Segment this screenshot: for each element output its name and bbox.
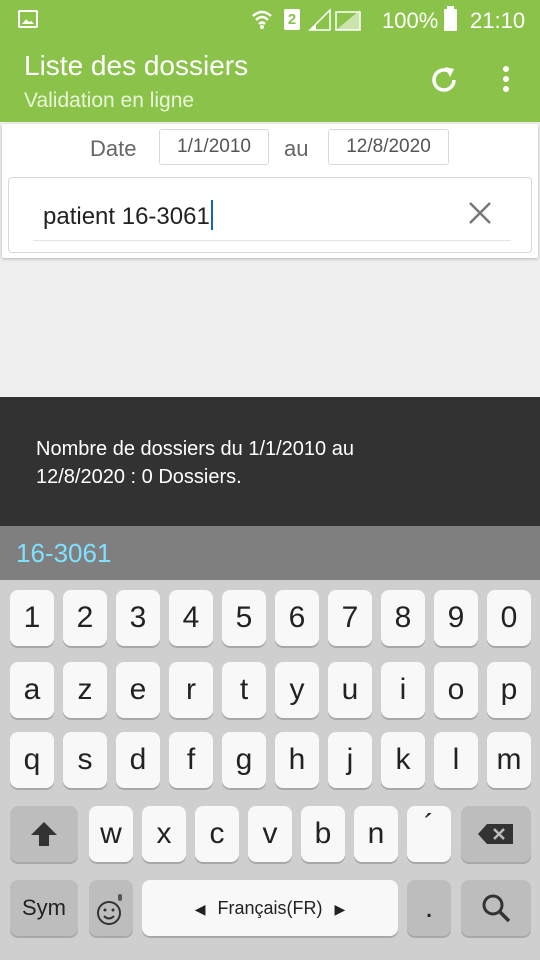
key-acute-accent[interactable]: ´ bbox=[407, 806, 451, 862]
date-to-field[interactable]: 12/8/2020 bbox=[328, 129, 449, 165]
key-5[interactable]: 5 bbox=[222, 590, 266, 646]
key-c[interactable]: c bbox=[195, 806, 239, 862]
key-1[interactable]: 1 bbox=[10, 590, 54, 646]
key-d[interactable]: d bbox=[116, 732, 160, 788]
toast: Nombre de dossiers du 1/1/2010 au 12/8/2… bbox=[0, 397, 540, 526]
shift-key[interactable] bbox=[10, 806, 78, 862]
key-u[interactable]: u bbox=[328, 662, 372, 718]
page-subtitle: Validation en ligne bbox=[24, 89, 195, 112]
backspace-icon bbox=[478, 824, 513, 844]
period-label: . bbox=[424, 891, 434, 924]
date-separator-label: au bbox=[284, 136, 309, 161]
clear-icon[interactable] bbox=[467, 200, 493, 226]
date-label: Date bbox=[90, 136, 137, 161]
text-cursor bbox=[210, 200, 213, 230]
arrow-left-icon: ◀ bbox=[194, 901, 206, 917]
arrow-right-icon: ▶ bbox=[334, 901, 346, 917]
battery-icon bbox=[444, 6, 457, 31]
key-n[interactable]: n bbox=[354, 806, 398, 862]
key-p[interactable]: p bbox=[487, 662, 531, 718]
emoji-icon bbox=[97, 894, 122, 925]
more-icon[interactable] bbox=[496, 62, 516, 98]
key-7[interactable]: 7 bbox=[328, 590, 372, 646]
app-bar: Liste des dossiers Validation en ligne bbox=[0, 40, 540, 122]
period-key[interactable]: . bbox=[407, 880, 451, 936]
shift-icon bbox=[31, 822, 57, 846]
signal-icon bbox=[335, 10, 361, 31]
date-from-field[interactable]: 1/1/2010 bbox=[159, 129, 269, 165]
refresh-icon[interactable] bbox=[428, 64, 460, 96]
sim-icon: 2 bbox=[284, 9, 300, 30]
key-j[interactable]: j bbox=[328, 732, 372, 788]
filter-card: Date 1/1/2010 au 12/8/2020 patient 16-30… bbox=[2, 124, 538, 258]
key-m[interactable]: m bbox=[487, 732, 531, 788]
key-8[interactable]: 8 bbox=[381, 590, 425, 646]
key-a[interactable]: a bbox=[10, 662, 54, 718]
search-input-value: patient 16-3061 bbox=[43, 203, 210, 230]
key-v[interactable]: v bbox=[248, 806, 292, 862]
sym-key[interactable]: Sym bbox=[10, 880, 78, 936]
search-input[interactable]: patient 16-3061 bbox=[43, 200, 213, 231]
key-4[interactable]: 4 bbox=[169, 590, 213, 646]
key-s[interactable]: s bbox=[63, 732, 107, 788]
toast-message: Nombre de dossiers du 1/1/2010 au 12/8/2… bbox=[36, 438, 354, 488]
clock: 21:10 bbox=[470, 8, 526, 33]
key-o[interactable]: o bbox=[434, 662, 478, 718]
search-underline bbox=[33, 240, 511, 241]
key-h[interactable]: h bbox=[275, 732, 319, 788]
key-f[interactable]: f bbox=[169, 732, 213, 788]
key-k[interactable]: k bbox=[381, 732, 425, 788]
language-label: Français(FR) bbox=[217, 898, 323, 918]
key-y[interactable]: y bbox=[275, 662, 319, 718]
key-z[interactable]: z bbox=[63, 662, 107, 718]
key-9[interactable]: 9 bbox=[434, 590, 478, 646]
key-e[interactable]: e bbox=[116, 662, 160, 718]
page-title: Liste des dossiers bbox=[24, 50, 249, 81]
search-key[interactable] bbox=[461, 880, 531, 936]
key-6[interactable]: 6 bbox=[275, 590, 319, 646]
key-x[interactable]: x bbox=[142, 806, 186, 862]
key-b[interactable]: b bbox=[301, 806, 345, 862]
key-q[interactable]: q bbox=[10, 732, 54, 788]
key-g[interactable]: g bbox=[222, 732, 266, 788]
suggestion-item[interactable]: 16-3061 bbox=[16, 538, 111, 569]
wifi-icon bbox=[252, 10, 272, 29]
backspace-key[interactable] bbox=[461, 806, 531, 862]
key-i[interactable]: i bbox=[381, 662, 425, 718]
key-l[interactable]: l bbox=[434, 732, 478, 788]
key-t[interactable]: t bbox=[222, 662, 266, 718]
key-r[interactable]: r bbox=[169, 662, 213, 718]
keyboard-suggestion-bar: 16-3061 bbox=[0, 526, 540, 580]
battery-percentage: 100% bbox=[382, 8, 439, 33]
search-field[interactable]: patient 16-3061 bbox=[8, 177, 532, 253]
emoji-key[interactable] bbox=[89, 880, 133, 936]
signal-icon bbox=[308, 8, 331, 31]
key-0[interactable]: 0 bbox=[487, 590, 531, 646]
key-2[interactable]: 2 bbox=[63, 590, 107, 646]
keyboard: 1 2 3 4 5 6 7 8 9 0 a z e r t y u i o p … bbox=[0, 580, 540, 960]
space-key[interactable]: ◀ Français(FR) ▶ bbox=[142, 880, 398, 936]
key-3[interactable]: 3 bbox=[116, 590, 160, 646]
gallery-icon bbox=[18, 10, 38, 28]
status-bar: 2 100% 21:10 bbox=[0, 0, 540, 40]
search-icon bbox=[482, 894, 511, 923]
key-w[interactable]: w bbox=[89, 806, 133, 862]
